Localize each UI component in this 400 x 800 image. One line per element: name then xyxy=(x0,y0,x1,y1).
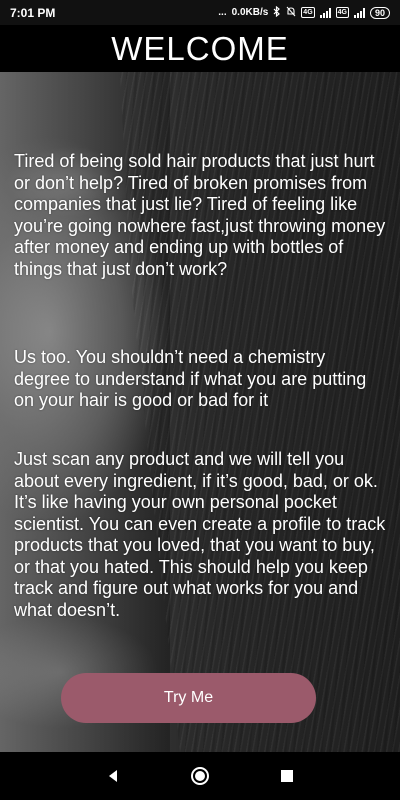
volte-icon: 4G xyxy=(335,7,349,18)
page-title: WELCOME xyxy=(111,29,289,67)
navigation-bar xyxy=(0,752,400,800)
status-bar: 7:01 PM ... 0.0KB/s 4G 4G 90 xyxy=(0,0,400,25)
back-icon[interactable] xyxy=(98,761,128,791)
us-too-paragraph: Us too. You shouldn’t need a chemistry d… xyxy=(14,347,367,410)
recents-icon[interactable] xyxy=(272,761,302,791)
mute-bell-icon xyxy=(286,6,296,20)
status-icons: ... 0.0KB/s 4G 4G 90 xyxy=(218,5,390,20)
signal-icon xyxy=(353,7,365,18)
network-speed: 0.0KB/s xyxy=(231,7,269,18)
title-bar: WELCOME xyxy=(0,25,400,72)
status-time: 7:01 PM xyxy=(10,5,56,20)
bluetooth-icon xyxy=(273,5,281,20)
scan-paragraph: Just scan any product and we will tell y… xyxy=(14,449,386,620)
signal-icon xyxy=(319,7,331,18)
main-content: Tired of being sold hair products that j… xyxy=(0,72,400,752)
home-icon[interactable] xyxy=(185,761,215,791)
volte-icon: 4G xyxy=(301,7,315,18)
status-dots: ... xyxy=(218,7,227,18)
try-me-button[interactable]: Try Me xyxy=(61,673,316,723)
intro-paragraph: Tired of being sold hair products that j… xyxy=(14,151,386,279)
battery-icon: 90 xyxy=(369,6,390,19)
